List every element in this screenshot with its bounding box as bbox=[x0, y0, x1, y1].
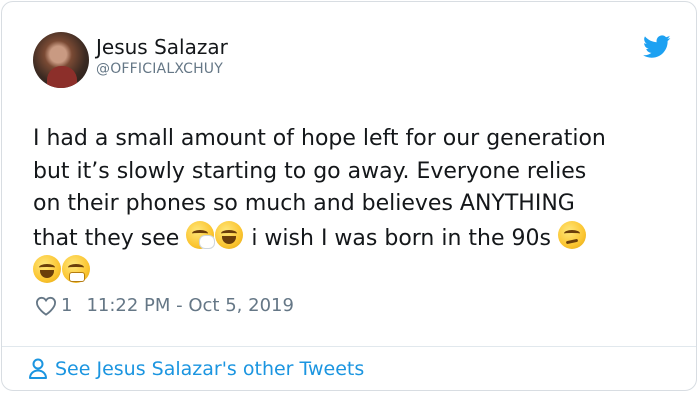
like-count: 1 bbox=[61, 295, 73, 316]
author-name[interactable]: Jesus Salazar bbox=[96, 35, 228, 59]
see-other-tweets-label: See Jesus Salazar's other Tweets bbox=[55, 358, 365, 380]
twitter-bird-icon[interactable] bbox=[643, 35, 671, 59]
author-handle[interactable]: @OFFICIALXCHUY bbox=[96, 61, 223, 77]
author-avatar[interactable] bbox=[33, 32, 89, 88]
tears-of-joy-emoji bbox=[215, 220, 244, 249]
tweet-line: that they see i wish I was born in the 9… bbox=[33, 220, 663, 256]
tweet-card: Jesus Salazar @OFFICIALXCHUY I had a sma… bbox=[1, 1, 697, 391]
tweet-timestamp[interactable]: 11:22 PM - Oct 5, 2019 bbox=[86, 295, 293, 316]
confused-face-emoji bbox=[557, 220, 586, 249]
heart-icon[interactable] bbox=[35, 296, 57, 316]
tweet-line: but it’s slowly starting to go away. Eve… bbox=[33, 158, 587, 184]
see-other-tweets-link[interactable]: See Jesus Salazar's other Tweets bbox=[28, 358, 364, 380]
tweet-line bbox=[33, 255, 663, 290]
tweet-line-text: that they see bbox=[33, 225, 180, 251]
tweet-line: on their phones so much and believes ANY… bbox=[33, 191, 575, 216]
person-icon bbox=[29, 358, 47, 379]
tweet-line-text: i wish I was born in the 90s bbox=[251, 225, 551, 251]
sneezing-face-emoji bbox=[186, 220, 216, 249]
face-with-steam-emoji bbox=[62, 255, 90, 283]
tweet-meta: 1 11:22 PM - Oct 5, 2019 bbox=[35, 295, 294, 316]
tears-of-joy-emoji bbox=[33, 255, 61, 283]
divider bbox=[2, 346, 696, 347]
tweet-text: I had a small amount of hope left for ou… bbox=[33, 123, 663, 290]
tweet-line: I had a small amount of hope left for ou… bbox=[33, 126, 606, 151]
